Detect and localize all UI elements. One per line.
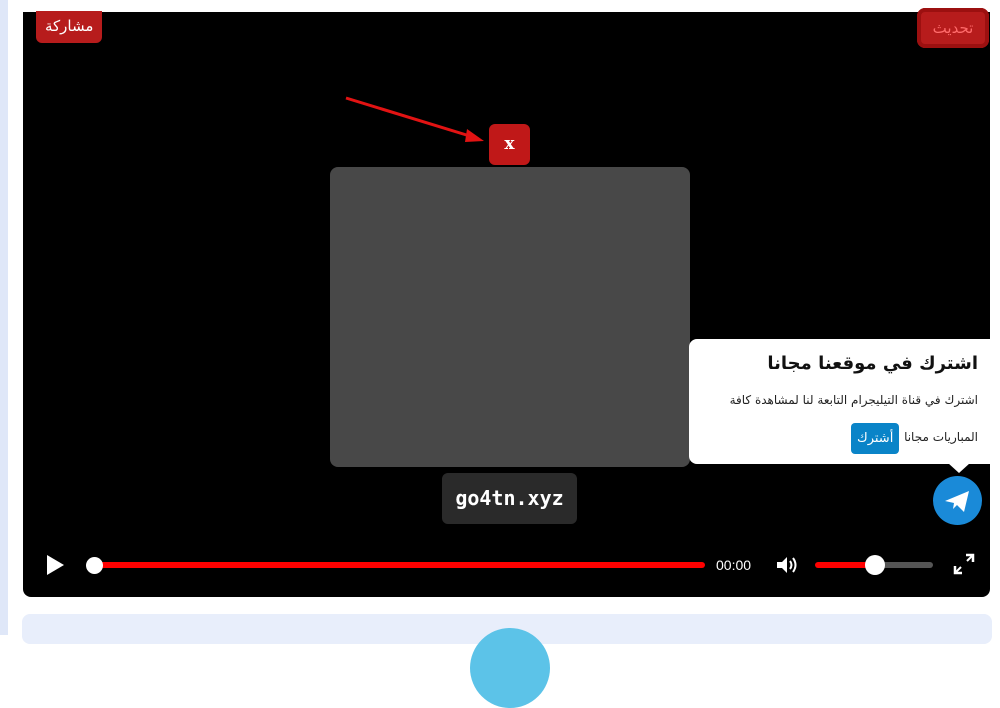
progress-bar[interactable] [95, 562, 705, 568]
subscribe-text: اشترك في قناة التيليجرام التابعة لنا لمش… [729, 393, 978, 407]
volume-icon[interactable] [776, 556, 800, 574]
play-icon[interactable] [45, 554, 65, 576]
volume-thumb[interactable] [865, 555, 885, 575]
site-watermark: go4tn.xyz [442, 473, 577, 524]
subscribe-button[interactable]: أشترك [851, 423, 900, 454]
current-time: 00:00 [716, 557, 752, 573]
subscribe-text-continued: المباريات مجانا [904, 430, 978, 444]
telegram-icon [945, 491, 969, 512]
ad-close-button[interactable]: x [489, 124, 530, 165]
subscribe-card: اشترك في موقعنا مجانا اشترك في قناة التي… [689, 339, 990, 464]
fullscreen-icon[interactable] [953, 553, 975, 575]
ad-overlay [330, 167, 690, 467]
subscribe-title: اشترك في موقعنا مجانا [767, 353, 978, 374]
progress-thumb[interactable] [86, 557, 103, 574]
bottom-circle-icon [470, 628, 550, 708]
telegram-button[interactable] [933, 476, 982, 525]
card-pointer [948, 463, 970, 473]
